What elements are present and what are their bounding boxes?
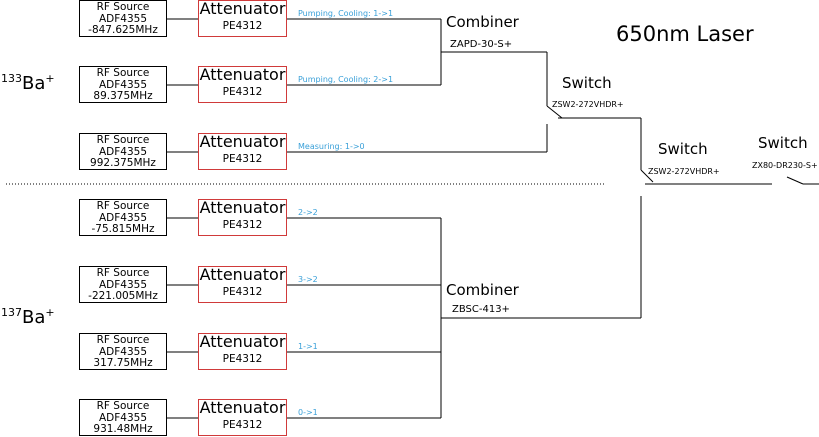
attenuator-title: Attenuator bbox=[199, 398, 286, 417]
attenuator-title: Attenuator bbox=[199, 198, 286, 217]
switch1-title: Switch bbox=[562, 74, 612, 92]
switch2-model: ZSW2-272VHDR+ bbox=[648, 167, 720, 176]
rf-source-box: RF Source ADF4355 -847.625MHz bbox=[79, 0, 167, 37]
rf-source-frequency: 89.375MHz bbox=[93, 90, 153, 102]
attenuator-box: Attenuator PE4312 bbox=[198, 266, 287, 303]
attenuator-box: Attenuator PE4312 bbox=[198, 133, 287, 170]
attenuator-title: Attenuator bbox=[199, 265, 286, 284]
combiner2-model: ZBSC-413+ bbox=[452, 304, 510, 315]
attenuator-title: Attenuator bbox=[199, 0, 286, 18]
attenuator-model: PE4312 bbox=[222, 86, 263, 98]
signal-label: 0->1 bbox=[298, 408, 318, 417]
attenuator-model: PE4312 bbox=[222, 153, 263, 165]
switch3-model: ZX80-DR230-S+ bbox=[752, 161, 818, 170]
switch3-blade bbox=[786, 176, 804, 185]
combiner2-title: Combiner bbox=[446, 281, 519, 299]
rf-source-title: RF Source bbox=[96, 200, 150, 212]
signal-label: Pumping, Cooling: 2->1 bbox=[298, 75, 394, 84]
rf-source-title: RF Source bbox=[96, 67, 150, 79]
ion-label-ba133: 133Ba+ bbox=[1, 72, 55, 94]
attenuator-model: PE4312 bbox=[222, 20, 263, 32]
rf-source-box: RF Source ADF4355 -75.815MHz bbox=[79, 199, 167, 236]
attenuator-title: Attenuator bbox=[199, 332, 286, 351]
attenuator-title: Attenuator bbox=[199, 132, 286, 151]
combiner1-title: Combiner bbox=[446, 13, 519, 31]
switch1-model: ZSW2-272VHDR+ bbox=[552, 100, 624, 109]
attenuator-model: PE4312 bbox=[222, 286, 263, 298]
switch2-title: Switch bbox=[658, 140, 708, 158]
rf-source-title: RF Source bbox=[96, 134, 150, 146]
rf-source-frequency: -847.625MHz bbox=[88, 24, 158, 36]
rf-source-box: RF Source ADF4355 89.375MHz bbox=[79, 66, 167, 103]
attenuator-title: Attenuator bbox=[199, 65, 286, 84]
rf-source-title: RF Source bbox=[96, 334, 150, 346]
attenuator-model: PE4312 bbox=[222, 353, 263, 365]
attenuator-box: Attenuator PE4312 bbox=[198, 333, 287, 370]
attenuator-model: PE4312 bbox=[222, 219, 263, 231]
switch3-title: Switch bbox=[758, 134, 808, 152]
attenuator-box: Attenuator PE4312 bbox=[198, 0, 287, 37]
signal-label: Pumping, Cooling: 1->1 bbox=[298, 9, 394, 18]
rf-source-box: RF Source ADF4355 317.75MHz bbox=[79, 333, 167, 370]
page-title: 650nm Laser bbox=[616, 22, 754, 46]
rf-source-frequency: -75.815MHz bbox=[91, 223, 155, 235]
rf-source-box: RF Source ADF4355 931.48MHz bbox=[79, 399, 167, 436]
rf-source-frequency: 992.375MHz bbox=[90, 157, 156, 169]
rf-source-frequency: 317.75MHz bbox=[93, 357, 153, 369]
signal-label: 3->2 bbox=[298, 275, 318, 284]
rf-source-title: RF Source bbox=[96, 1, 150, 13]
signal-label: 2->2 bbox=[298, 208, 318, 217]
rf-source-box: RF Source ADF4355 992.375MHz bbox=[79, 133, 167, 170]
attenuator-box: Attenuator PE4312 bbox=[198, 199, 287, 236]
signal-label: Measuring: 1->0 bbox=[298, 142, 365, 151]
rf-source-frequency: -221.005MHz bbox=[88, 290, 158, 302]
rf-source-frequency: 931.48MHz bbox=[93, 423, 153, 435]
attenuator-model: PE4312 bbox=[222, 419, 263, 431]
combiner1-model: ZAPD-30-S+ bbox=[450, 39, 513, 50]
signal-label: 1->1 bbox=[298, 342, 318, 351]
attenuator-box: Attenuator PE4312 bbox=[198, 399, 287, 436]
rf-source-title: RF Source bbox=[96, 267, 150, 279]
attenuator-box: Attenuator PE4312 bbox=[198, 66, 287, 103]
rf-source-box: RF Source ADF4355 -221.005MHz bbox=[79, 266, 167, 303]
ion-label-ba137: 137Ba+ bbox=[1, 306, 55, 328]
rf-source-title: RF Source bbox=[96, 400, 150, 412]
